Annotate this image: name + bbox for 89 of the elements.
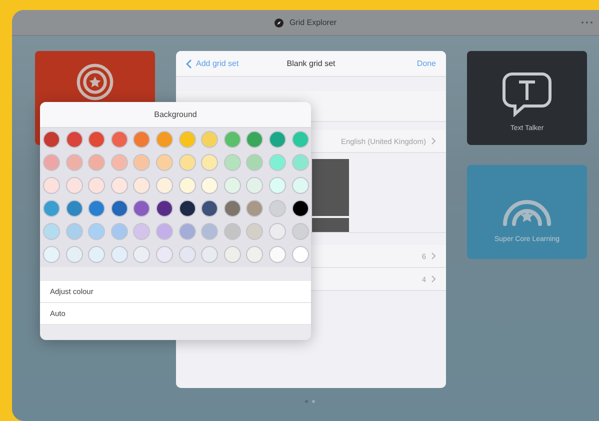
- colour-swatch[interactable]: [201, 246, 218, 263]
- colour-swatch[interactable]: [201, 131, 218, 148]
- colour-swatch[interactable]: [88, 131, 106, 148]
- colour-swatch[interactable]: [178, 223, 196, 240]
- colour-swatch[interactable]: [156, 177, 173, 194]
- colour-swatch[interactable]: [133, 223, 150, 240]
- chevron-icon: [431, 252, 436, 260]
- app-title: Grid Explorer: [289, 18, 337, 27]
- colour-swatch[interactable]: [156, 154, 173, 171]
- back-button[interactable]: Add grid set: [186, 58, 239, 68]
- colour-swatch[interactable]: [66, 223, 83, 240]
- colour-swatch[interactable]: [110, 223, 128, 240]
- colour-swatch[interactable]: [178, 131, 196, 148]
- colour-swatch[interactable]: [201, 200, 218, 217]
- colour-swatch[interactable]: [224, 131, 241, 148]
- colour-swatch[interactable]: [88, 200, 106, 217]
- colour-swatch[interactable]: [178, 200, 196, 217]
- back-chevron-icon: [186, 58, 192, 68]
- colour-swatch[interactable]: [201, 223, 218, 240]
- colour-swatch[interactable]: [268, 177, 286, 194]
- colour-swatch[interactable]: [292, 200, 309, 217]
- page-dot[interactable]: [305, 400, 308, 403]
- compass-icon: [274, 18, 284, 28]
- colour-swatch[interactable]: [246, 246, 264, 263]
- colour-swatch[interactable]: [133, 131, 150, 148]
- colour-swatch[interactable]: [66, 177, 83, 194]
- colour-swatch[interactable]: [292, 131, 309, 148]
- colour-swatch[interactable]: [156, 200, 173, 217]
- colour-swatch[interactable]: [133, 246, 150, 263]
- colour-swatch[interactable]: [43, 177, 60, 194]
- sheet-title: Blank grid set: [286, 59, 336, 68]
- colour-swatch[interactable]: [268, 200, 286, 217]
- colour-swatch[interactable]: [43, 223, 60, 240]
- colour-swatch[interactable]: [224, 223, 241, 240]
- colour-swatch[interactable]: [66, 200, 83, 217]
- colour-swatch[interactable]: [110, 131, 128, 148]
- colour-swatch[interactable]: [66, 131, 83, 148]
- colour-swatch[interactable]: [88, 177, 106, 194]
- colour-swatch[interactable]: [178, 154, 196, 171]
- colour-swatch[interactable]: [178, 246, 196, 263]
- colour-swatch[interactable]: [43, 131, 60, 148]
- colour-swatch[interactable]: [201, 154, 218, 171]
- chevron-icon: [431, 137, 436, 145]
- colour-swatch[interactable]: [292, 246, 309, 263]
- colour-swatch[interactable]: [110, 177, 128, 194]
- colour-swatch[interactable]: [156, 223, 173, 240]
- colour-swatch[interactable]: [292, 177, 309, 194]
- colour-swatch[interactable]: [268, 131, 286, 148]
- colour-swatch[interactable]: [110, 200, 128, 217]
- colour-swatch[interactable]: [133, 177, 150, 194]
- colour-swatch[interactable]: [246, 223, 264, 240]
- colour-swatch[interactable]: [43, 200, 60, 217]
- colour-swatch[interactable]: [133, 200, 150, 217]
- page-dot[interactable]: [312, 400, 315, 403]
- colour-swatch[interactable]: [224, 246, 241, 263]
- colour-swatch[interactable]: [88, 223, 106, 240]
- speech-bubble-icon: [502, 70, 552, 116]
- colour-swatch[interactable]: [43, 246, 60, 263]
- done-button[interactable]: Done: [416, 59, 436, 68]
- chevron-icon: [431, 275, 436, 283]
- colour-swatch[interactable]: [88, 246, 106, 263]
- colour-swatch[interactable]: [246, 177, 264, 194]
- colour-swatch[interactable]: [224, 177, 241, 194]
- colour-swatch[interactable]: [246, 154, 264, 171]
- popover-title: Background: [154, 110, 197, 119]
- grid-cell-preview: [312, 218, 349, 232]
- colour-swatch[interactable]: [292, 154, 309, 171]
- colour-swatch[interactable]: [178, 177, 196, 194]
- colour-swatch[interactable]: [292, 223, 309, 240]
- colour-swatch[interactable]: [246, 131, 264, 148]
- colour-swatch[interactable]: [268, 223, 286, 240]
- colour-swatch[interactable]: [156, 246, 173, 263]
- colour-swatch[interactable]: [110, 154, 128, 171]
- colour-swatch[interactable]: [224, 200, 241, 217]
- colour-swatch[interactable]: [66, 154, 83, 171]
- colour-swatch[interactable]: [88, 154, 106, 171]
- colour-swatch[interactable]: [224, 154, 241, 171]
- colour-swatch[interactable]: [110, 246, 128, 263]
- more-icon[interactable]: [581, 21, 593, 24]
- colour-swatch[interactable]: [268, 246, 286, 263]
- colour-swatch[interactable]: [66, 246, 83, 263]
- colour-swatch[interactable]: [156, 131, 173, 148]
- photo-placeholder: [312, 159, 349, 216]
- back-label: Add grid set: [196, 59, 239, 68]
- colour-swatch[interactable]: [246, 200, 264, 217]
- colour-swatch[interactable]: [133, 154, 150, 171]
- colour-swatch[interactable]: [43, 154, 60, 171]
- colour-swatch[interactable]: [268, 154, 286, 171]
- colour-swatch[interactable]: [201, 177, 218, 194]
